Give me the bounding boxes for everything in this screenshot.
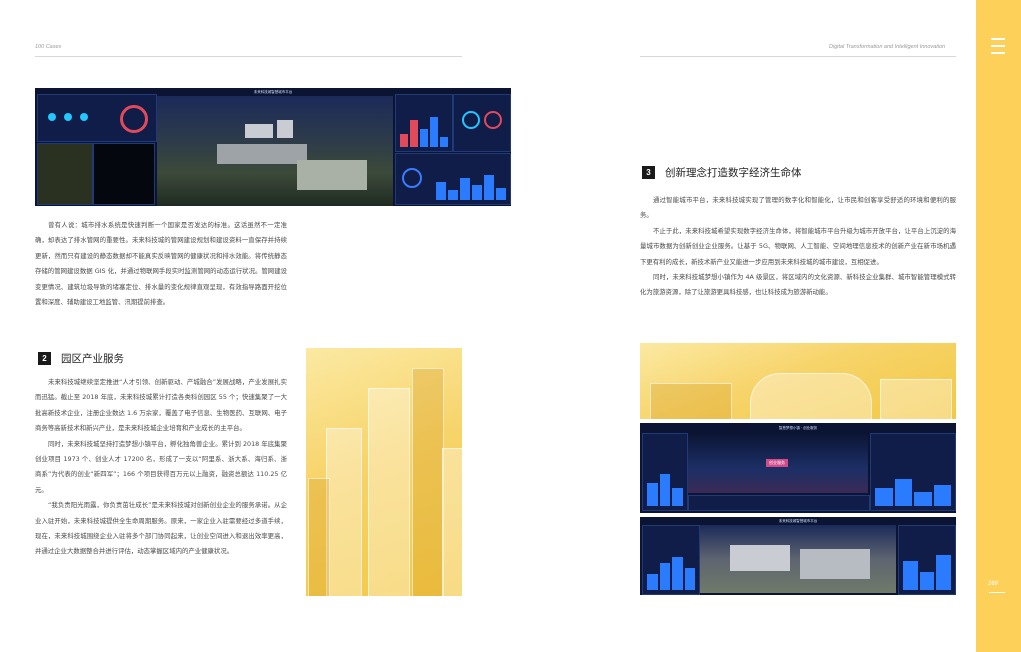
mini-bar-chart xyxy=(436,170,506,200)
hamburger-icon[interactable] xyxy=(991,38,1005,59)
tower xyxy=(442,448,462,596)
building xyxy=(650,383,732,419)
building xyxy=(245,124,273,138)
figure-city-platform-dashboard: 未来科技城智慧城市平台 xyxy=(640,517,956,595)
page-number-rule xyxy=(989,592,1005,593)
building xyxy=(880,379,952,419)
running-title-left: 100 Cases xyxy=(35,44,62,50)
dashboard-panel xyxy=(395,153,511,205)
mini-bar-chart xyxy=(647,549,695,590)
dashboard-panel xyxy=(898,525,956,595)
body-paragraph: 曾有人说：城市排水系统是快速判断一个国家是否发达的标准。这话虽然不一定准确，却表… xyxy=(35,221,287,307)
header-rule-left xyxy=(35,56,462,57)
section-heading-3: 3 创新理念打造数字经济生命体 xyxy=(642,165,802,180)
building-block xyxy=(800,549,870,579)
city-3d-model xyxy=(700,525,896,593)
tower xyxy=(326,428,362,596)
dashboard-title: 智慧梦想小镇 · 创业服务 xyxy=(778,426,818,430)
section-title: 园区产业服务 xyxy=(61,353,124,365)
body-paragraph: 同时，未来科技城坚持打造梦想小镇平台，孵化独角兽企业。累计到 2018 年底集聚… xyxy=(35,439,287,494)
camera-feed xyxy=(93,143,155,205)
section-number: 3 xyxy=(642,166,655,179)
dashboard-panel xyxy=(37,94,157,142)
dashboard-panel xyxy=(453,94,511,152)
service-badge: 创业服务 xyxy=(766,459,788,467)
section-3-body: 通过智能城市平台，未来科技城实现了管理的数字化和智能化，让市民和创客享受舒适的环… xyxy=(640,193,956,301)
mini-bar-chart xyxy=(400,113,448,147)
building xyxy=(277,120,293,138)
page-number: 269 xyxy=(988,581,999,587)
gauge-ring xyxy=(462,111,480,129)
dashboard-panel xyxy=(870,433,956,511)
body-paragraph: 不止于此，未来科技城希望实现数字经济生命体，将智能城市平台升级为城市开放平台，让… xyxy=(640,226,956,266)
side-band xyxy=(976,0,1021,652)
tower xyxy=(412,368,444,596)
city-3d-model xyxy=(157,96,393,206)
gauge-ring xyxy=(484,111,502,129)
tower xyxy=(308,478,330,596)
dashboard-title: 未来科技城智慧城市平台 xyxy=(778,519,818,523)
mini-bar-chart xyxy=(875,476,951,506)
dashboard-stats-strip xyxy=(688,495,870,511)
building-block xyxy=(217,144,307,164)
status-dot xyxy=(80,113,88,121)
body-paragraph: 同时，未来科技城梦想小镇作为 4A 级景区，将区域内的文化资源、新科技企业集群、… xyxy=(640,273,956,297)
dashboard-panel xyxy=(642,433,688,511)
skyline-photo xyxy=(306,348,462,596)
building-block xyxy=(730,545,790,571)
status-dot xyxy=(48,113,56,121)
dashboard-title: 未来科技城智慧城市平台 xyxy=(253,90,293,94)
mini-bar-chart xyxy=(647,460,684,506)
figure-city-dashboard: 未来科技城智慧城市平台 xyxy=(35,88,511,206)
body-paragraph: 通过智能城市平台，未来科技城实现了管理的数字化和智能化，让市民和创客享受舒适的环… xyxy=(640,196,956,220)
town-3d-model: 创业服务 xyxy=(688,433,868,493)
body-paragraph: 未来科技城继续坚定推进“人才引领、创新驱动、产城融合”发展战略，产业发展扎实而迅… xyxy=(35,378,287,433)
figure-dream-town-dashboard: 智慧梦想小镇 · 创业服务 创业服务 xyxy=(640,423,956,513)
section-number: 2 xyxy=(38,352,51,365)
status-dot xyxy=(64,113,72,121)
gauge-ring xyxy=(120,105,148,133)
dashboard-panel xyxy=(642,525,700,595)
dashboard-panel xyxy=(395,94,453,152)
section-2-body: 未来科技城继续坚定推进“人才引领、创新驱动、产城融合”发展战略，产业发展扎实而迅… xyxy=(35,375,287,560)
tower xyxy=(368,388,410,596)
arch-structure xyxy=(750,373,872,419)
section-heading-2: 2 园区产业服务 xyxy=(38,351,124,366)
header-rule-right xyxy=(640,56,956,57)
mini-bar-chart xyxy=(903,549,952,590)
intro-paragraph: 曾有人说：城市排水系统是快速判断一个国家是否发达的标准。这话虽然不一定准确，却表… xyxy=(35,218,287,310)
building-block xyxy=(297,160,367,190)
town-photo xyxy=(640,343,956,419)
running-title-right: Digital Transformation and Intelligent I… xyxy=(829,44,946,50)
body-paragraph: “我负责阳光雨露，你负责茁壮成长”是未来科技城对创新创业企业的服务承诺。从企业入… xyxy=(35,501,287,556)
gauge-ring xyxy=(402,168,422,188)
section-title: 创新理念打造数字经济生命体 xyxy=(665,167,802,179)
camera-feed xyxy=(37,143,93,205)
